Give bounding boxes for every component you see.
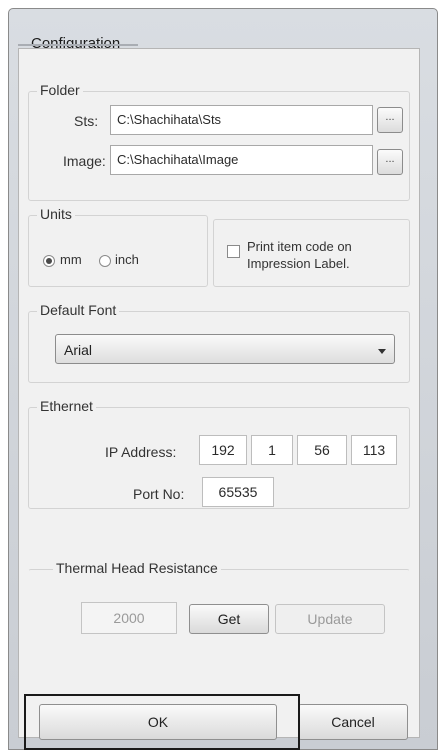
units-legend: Units [37, 206, 75, 222]
image-label: Image: [63, 153, 106, 169]
ip-address-label: IP Address: [105, 444, 177, 460]
ip-octet-2-input[interactable]: 1 [251, 435, 293, 465]
folder-legend: Folder [37, 82, 83, 98]
ethernet-legend: Ethernet [37, 398, 96, 414]
image-browse-button[interactable]: ... [377, 149, 403, 175]
inch-label: inch [115, 252, 139, 267]
cancel-button[interactable]: Cancel [298, 704, 408, 740]
inch-radio[interactable] [99, 255, 111, 267]
port-input[interactable]: 65535 [202, 477, 274, 507]
ok-button-highlight-frame [24, 694, 300, 750]
update-button: Update [275, 604, 385, 634]
print-item-label-line2: Impression Label. [247, 256, 350, 271]
thermal-value-field: 2000 [81, 602, 177, 634]
get-button[interactable]: Get [189, 604, 269, 634]
default-font-value: Arial [64, 342, 93, 358]
print-item-label-line1: Print item code on [247, 239, 352, 254]
chevron-down-icon [378, 349, 386, 354]
title-divider [18, 44, 138, 46]
dialog-body: Folder Sts: C:\Shachihata\Sts ... Image:… [18, 48, 420, 740]
mm-radio[interactable] [43, 255, 55, 267]
mm-label: mm [60, 252, 82, 267]
sts-browse-button[interactable]: ... [377, 107, 403, 133]
units-group: Units [28, 206, 208, 287]
sts-path-input[interactable]: C:\Shachihata\Sts [110, 105, 373, 135]
thermal-legend: Thermal Head Resistance [53, 560, 221, 576]
default-font-dropdown[interactable]: Arial [55, 334, 395, 364]
sts-label: Sts: [74, 113, 99, 129]
print-item-checkbox[interactable] [227, 245, 240, 258]
default-font-legend: Default Font [37, 302, 120, 318]
ip-octet-1-input[interactable]: 192 [199, 435, 247, 465]
title-bar: Configuration [9, 9, 437, 52]
ip-octet-3-input[interactable]: 56 [297, 435, 347, 465]
ip-octet-4-input[interactable]: 113 [351, 435, 397, 465]
image-path-input[interactable]: C:\Shachihata\Image [110, 145, 373, 175]
port-label: Port No: [133, 486, 185, 502]
